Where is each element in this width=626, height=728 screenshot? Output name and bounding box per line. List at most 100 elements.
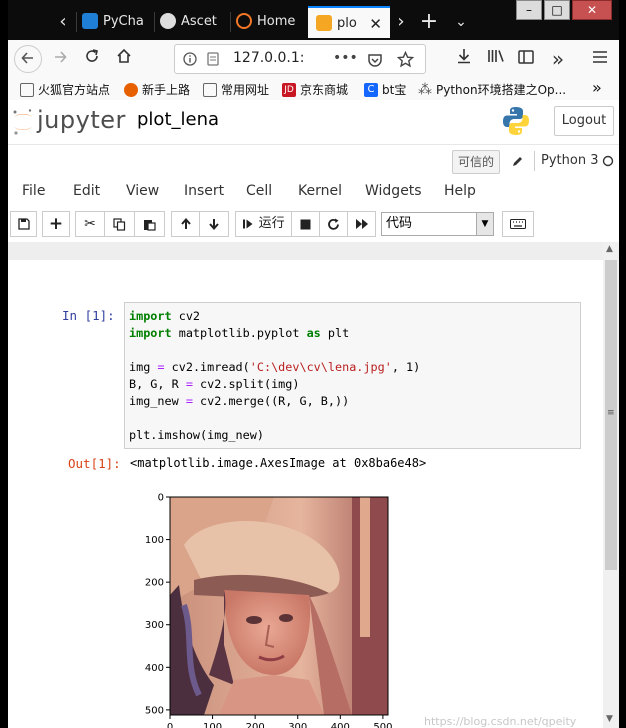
code-token: 'C:\dev\cv\lena.jpg'	[249, 360, 392, 374]
imshow-plot: 0 100 200 300 400 500 0 100 200 300 400 500	[145, 493, 393, 728]
insert-cell-button[interactable]: +	[42, 211, 70, 237]
move-down-button[interactable]	[200, 211, 229, 237]
tab-ascet[interactable]: Ascet	[160, 6, 226, 38]
tab-home[interactable]: Home	[236, 6, 302, 38]
downloads-button[interactable]	[450, 45, 478, 73]
menu-insert[interactable]: Insert	[184, 183, 224, 199]
save-icon	[17, 218, 30, 230]
folder-icon	[203, 82, 217, 97]
scroll-down-arrow-icon[interactable]: ▼	[606, 714, 613, 724]
notebook-scrollbar[interactable]: ▲ ≡ ▼	[603, 242, 619, 728]
code-token: =	[185, 394, 193, 408]
paste-button[interactable]	[135, 211, 165, 237]
sidebar-button[interactable]	[512, 45, 540, 73]
home-button[interactable]	[110, 45, 138, 73]
menu-kernel[interactable]: Kernel	[298, 183, 342, 199]
bookmark-item[interactable]: 常用网址	[203, 81, 269, 98]
cut-button[interactable]: ✂	[75, 211, 105, 237]
arrow-up-icon	[180, 217, 191, 229]
y-axis: 0 100 200 300 400 500	[145, 493, 170, 716]
lena-image	[170, 497, 388, 715]
firefox-icon	[124, 82, 138, 97]
tab-scroll-left-button[interactable]: ‹	[50, 6, 76, 38]
output-prompt: Out[1]:	[68, 456, 121, 471]
bookmark-item[interactable]: 火狐官方站点	[20, 81, 110, 98]
code-cell-editor[interactable]: import cv2 import matplotlib.pyplot as p…	[124, 302, 581, 449]
code-token: matplotlib.pyplot	[171, 326, 307, 340]
maximize-button[interactable]: □	[544, 0, 570, 20]
page-actions-button[interactable]: •••	[333, 50, 358, 66]
library-icon	[488, 50, 504, 62]
x-axis: 0 100 200 300 400 500	[167, 715, 392, 728]
pocket-icon[interactable]	[367, 52, 383, 68]
code-token: =	[185, 377, 193, 391]
cell-type-select[interactable]: 代码 ▼	[381, 212, 494, 236]
bookmark-item[interactable]: ⁂ Python环境搭建之Op...	[418, 81, 566, 98]
notebook-title[interactable]: plot_lena	[137, 109, 219, 130]
close-window-button[interactable]: ✕	[572, 0, 612, 20]
forward-button[interactable]	[46, 45, 74, 73]
reload-button[interactable]	[78, 45, 106, 73]
notebook-page: In [1]: import cv2 import matplotlib.pyp…	[8, 260, 603, 728]
tab-separator	[154, 12, 155, 32]
new-tab-button[interactable]: +	[416, 6, 442, 38]
menu-edit[interactable]: Edit	[73, 183, 100, 199]
kernel-status-bar: 可信的 Python 3	[8, 144, 619, 179]
x-tick-label: 0	[167, 722, 173, 728]
pycharm-favicon-icon	[82, 12, 98, 29]
x-tick-label: 300	[288, 722, 307, 728]
bookmark-item[interactable]: Cbt宝	[364, 81, 406, 98]
restart-run-all-button[interactable]	[348, 211, 376, 237]
python-page-icon: ⁂	[418, 81, 432, 98]
code-token: img_new	[129, 394, 186, 408]
bookmark-label: bt宝	[382, 83, 407, 97]
run-button[interactable]: 运行	[235, 211, 292, 237]
scroll-up-arrow-icon[interactable]: ▲	[606, 244, 613, 254]
sidebar-icon	[518, 50, 534, 64]
tab-pycharm[interactable]: PyCha	[82, 6, 150, 38]
trusted-badge[interactable]: 可信的	[452, 150, 501, 174]
library-button[interactable]	[482, 45, 510, 73]
bookmark-star-icon[interactable]	[397, 51, 414, 68]
tab-plot-lena[interactable]: plo ✕	[308, 6, 390, 38]
save-button[interactable]	[10, 211, 37, 237]
copy-button[interactable]	[105, 211, 135, 237]
menu-widgets[interactable]: Widgets	[365, 183, 422, 199]
kernel-name: Python 3	[541, 153, 599, 168]
url-bar[interactable]: 127.0.0.1: •••	[174, 44, 426, 74]
permissions-icon[interactable]	[207, 52, 219, 66]
y-tick-label: 500	[145, 705, 164, 716]
overflow-menu-button[interactable]: »	[544, 45, 572, 73]
move-up-button[interactable]	[171, 211, 200, 237]
bookmarks-toolbar: 火狐官方站点 新手上路 常用网址 JD 京东商城 Cbt宝 ⁂ Python环境搭建…	[8, 78, 619, 101]
tab-label: PyCha	[103, 14, 144, 29]
y-tick-label: 300	[145, 620, 164, 631]
bookmark-label: 京东商城	[300, 83, 349, 97]
restart-kernel-button[interactable]	[320, 211, 348, 237]
bookmark-item[interactable]: 新手上路	[124, 81, 190, 98]
command-palette-button[interactable]	[502, 211, 534, 237]
bookmark-item[interactable]: JD 京东商城	[282, 81, 348, 98]
menu-file[interactable]: File	[22, 183, 45, 199]
divider	[534, 151, 535, 171]
app-menu-button[interactable]	[586, 45, 614, 73]
edit-pencil-icon[interactable]	[511, 155, 524, 168]
code-token: B, G, R	[129, 377, 186, 391]
back-button[interactable]	[14, 45, 42, 73]
tab-scroll-right-button[interactable]: ›	[388, 6, 414, 38]
page-info-icon[interactable]	[183, 52, 197, 66]
interrupt-button[interactable]	[292, 211, 320, 237]
menu-view[interactable]: View	[126, 183, 159, 199]
minimize-button[interactable]: –	[516, 0, 542, 20]
menu-cell[interactable]: Cell	[246, 183, 272, 199]
reload-icon	[86, 49, 98, 62]
kernel-idle-indicator-icon	[602, 155, 614, 167]
code-token: cv2	[171, 309, 201, 323]
logout-button[interactable]: Logout	[554, 106, 614, 136]
list-all-tabs-button[interactable]: ⌄	[448, 6, 474, 38]
bookmarks-overflow-button[interactable]: »	[592, 78, 602, 97]
close-tab-icon[interactable]: ✕	[369, 8, 382, 38]
back-arrow-icon	[21, 52, 33, 64]
url-text: 127.0.0.1:	[233, 50, 305, 66]
menu-help[interactable]: Help	[444, 183, 476, 199]
